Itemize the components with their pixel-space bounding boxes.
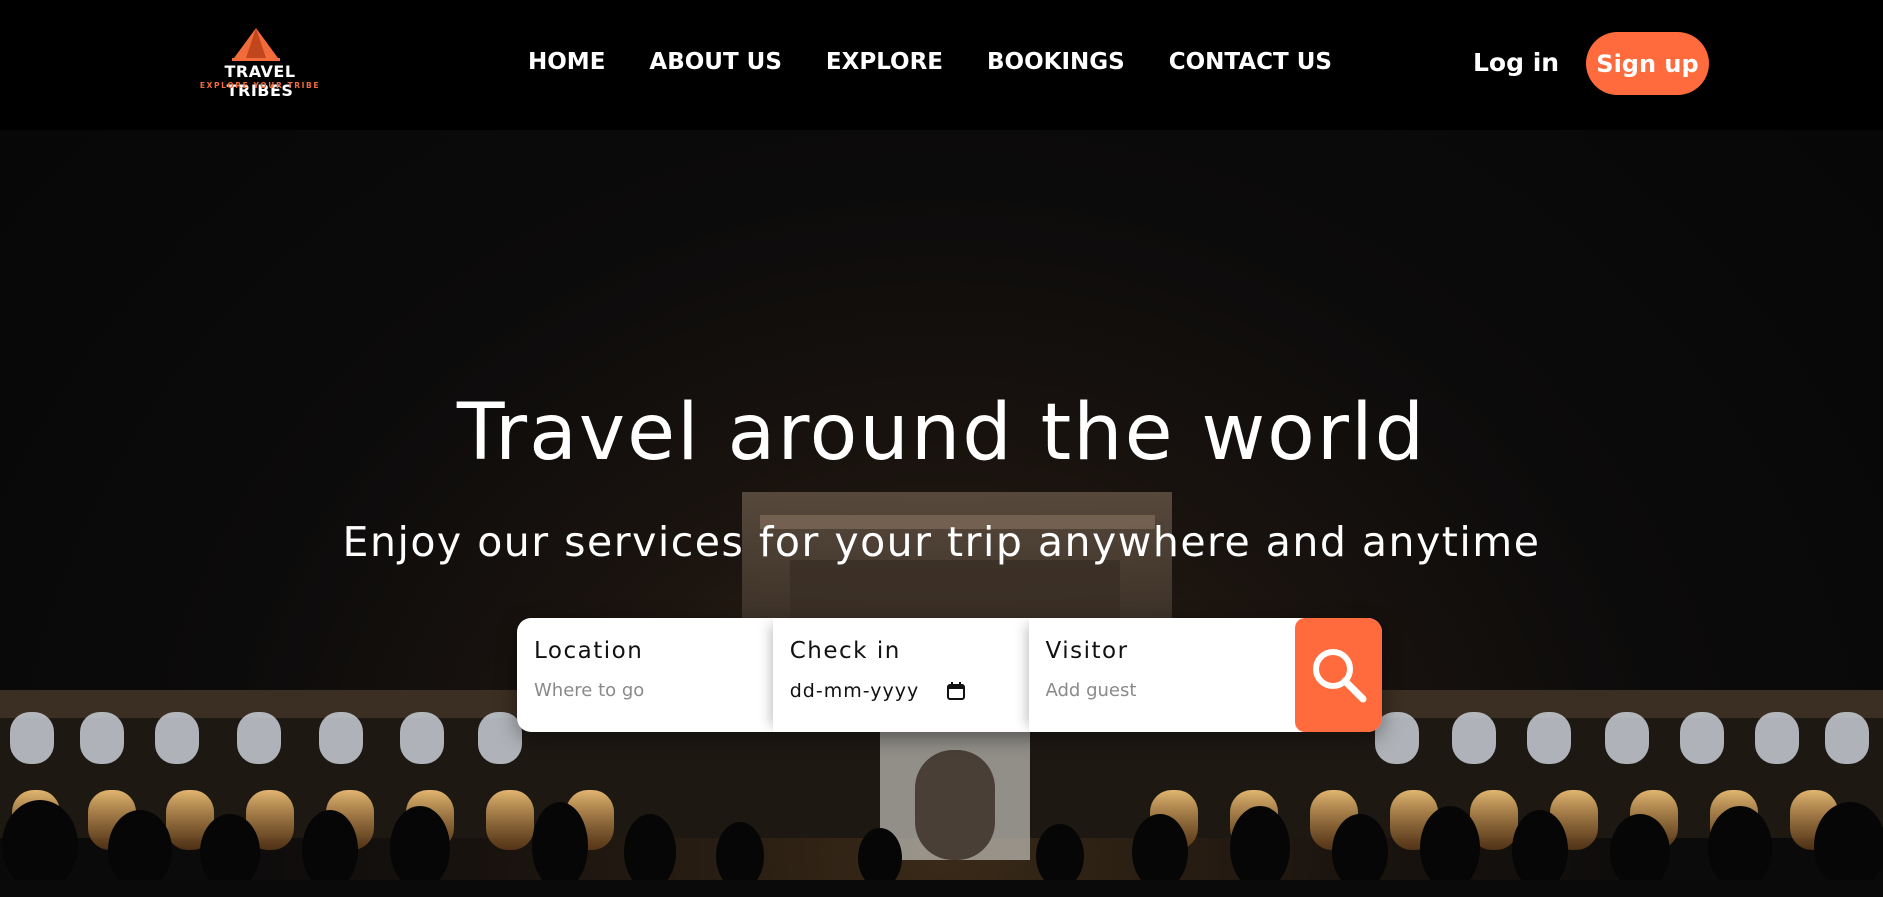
visitor-input[interactable] [1045,680,1266,701]
search-icon [1312,649,1367,703]
checkin-field: Check in dd-mm-yyyy [773,618,1029,732]
brand-tagline: EXPLORE YOUR TRIBE [199,81,321,90]
hero-title: Travel around the world [456,388,1427,478]
nav-link-explore[interactable]: EXPLORE [826,49,943,75]
visitor-field: Visitor [1029,618,1285,732]
brand-logo[interactable]: TRAVEL TRIBES EXPLORE YOUR TRIBE [190,28,330,100]
search-bar: Location Check in dd-mm-yyyy Visitor [517,618,1382,732]
checkin-date-input[interactable]: dd-mm-yyyy [790,680,1012,702]
checkin-label: Check in [789,638,901,664]
nav-link-about-us[interactable]: ABOUT US [649,49,782,75]
nav-link-contact-us[interactable]: CONTACT US [1169,49,1332,75]
nav-link-home[interactable]: HOME [528,49,605,75]
tent-icon [232,28,280,61]
nav-link-bookings[interactable]: BOOKINGS [987,49,1125,75]
checkin-date-value: dd-mm-yyyy [789,680,920,702]
location-input[interactable] [534,680,754,701]
visitor-label: Visitor [1045,638,1129,664]
calendar-icon[interactable] [947,682,966,700]
main-nav: HOME ABOUT US EXPLORE BOOKINGS CONTACT U… [528,49,1376,75]
search-button[interactable] [1295,618,1382,732]
location-field: Location [517,618,773,732]
navbar: TRAVEL TRIBES EXPLORE YOUR TRIBE HOME AB… [0,0,1883,130]
login-link[interactable]: Log in [1473,48,1559,77]
signup-button[interactable]: Sign up [1586,32,1709,95]
location-label: Location [534,638,644,664]
hero-subtitle: Enjoy our services for your trip anywher… [342,518,1541,566]
